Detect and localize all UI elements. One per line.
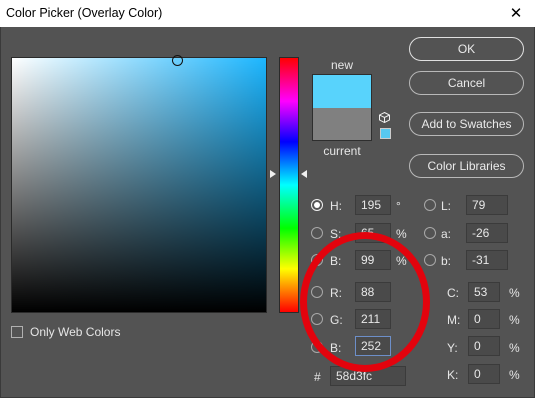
- blue-radio[interactable]: [311, 341, 323, 353]
- lab-b-radio[interactable]: [424, 254, 436, 266]
- cyan-input[interactable]: 53: [468, 282, 500, 302]
- lab-b-input[interactable]: -31: [466, 250, 508, 270]
- brightness-radio[interactable]: [311, 254, 323, 266]
- only-web-colors-checkbox[interactable]: [11, 326, 23, 338]
- brightness-label: B:: [330, 254, 342, 268]
- brightness-input[interactable]: 99: [355, 250, 391, 270]
- red-radio[interactable]: [311, 286, 323, 298]
- black-label: K:: [447, 368, 459, 382]
- color-field-marker[interactable]: [172, 55, 183, 66]
- lab-b-label: b:: [441, 254, 452, 268]
- magenta-unit: %: [509, 313, 520, 327]
- brightness-unit: %: [396, 254, 407, 268]
- lab-l-input[interactable]: 79: [466, 195, 508, 215]
- lab-l-radio[interactable]: [424, 199, 436, 211]
- hue-slider-left-arrow-icon[interactable]: [270, 170, 276, 178]
- web-safe-color-swatch[interactable]: [380, 128, 391, 139]
- color-field[interactable]: [11, 57, 267, 313]
- hue-radio[interactable]: [311, 199, 323, 211]
- lab-a-input[interactable]: -26: [466, 223, 508, 243]
- blue-input[interactable]: 252: [355, 336, 391, 356]
- green-input[interactable]: 211: [355, 309, 391, 329]
- cancel-button[interactable]: Cancel: [409, 71, 524, 95]
- hue-slider-right-arrow-icon[interactable]: [301, 170, 307, 178]
- magenta-input[interactable]: 0: [468, 309, 500, 329]
- saturation-radio[interactable]: [311, 227, 323, 239]
- current-color-swatch[interactable]: [312, 108, 372, 141]
- out-of-gamut-cube-icon[interactable]: [379, 112, 390, 123]
- current-label: current: [323, 144, 361, 158]
- hue-label: H:: [330, 199, 342, 213]
- saturation-input[interactable]: 65: [355, 223, 391, 243]
- yellow-input[interactable]: 0: [468, 336, 500, 356]
- yellow-label: Y:: [447, 341, 458, 355]
- black-unit: %: [509, 368, 520, 382]
- saturation-unit: %: [396, 227, 407, 241]
- title-bar: Color Picker (Overlay Color) ✕: [0, 0, 535, 27]
- only-web-colors-label: Only Web Colors: [30, 325, 121, 339]
- color-libraries-button[interactable]: Color Libraries: [409, 154, 524, 178]
- green-radio[interactable]: [311, 313, 323, 325]
- yellow-unit: %: [509, 341, 520, 355]
- close-button[interactable]: ✕: [501, 1, 531, 25]
- cyan-unit: %: [509, 286, 520, 300]
- saturation-label: S:: [330, 227, 342, 241]
- close-icon: ✕: [509, 5, 523, 22]
- hue-input[interactable]: 195: [355, 195, 391, 215]
- lab-l-label: L:: [441, 199, 452, 213]
- black-input[interactable]: 0: [468, 364, 500, 384]
- window-title: Color Picker (Overlay Color): [6, 6, 163, 20]
- ok-button[interactable]: OK: [409, 37, 524, 61]
- red-input[interactable]: 88: [355, 282, 391, 302]
- hex-input[interactable]: 58d3fc: [330, 366, 406, 386]
- add-to-swatches-button[interactable]: Add to Swatches: [409, 112, 524, 136]
- hue-unit: °: [396, 199, 401, 213]
- lab-a-radio[interactable]: [424, 227, 436, 239]
- lab-a-label: a:: [441, 227, 452, 241]
- hue-slider[interactable]: [279, 57, 299, 313]
- cyan-label: C:: [447, 286, 459, 300]
- magenta-label: M:: [447, 313, 461, 327]
- new-label: new: [330, 58, 353, 72]
- green-label: G:: [330, 313, 343, 327]
- red-label: R:: [330, 286, 342, 300]
- blue-label: B:: [330, 341, 342, 355]
- hex-label: #: [314, 370, 321, 384]
- new-color-swatch: [312, 74, 372, 108]
